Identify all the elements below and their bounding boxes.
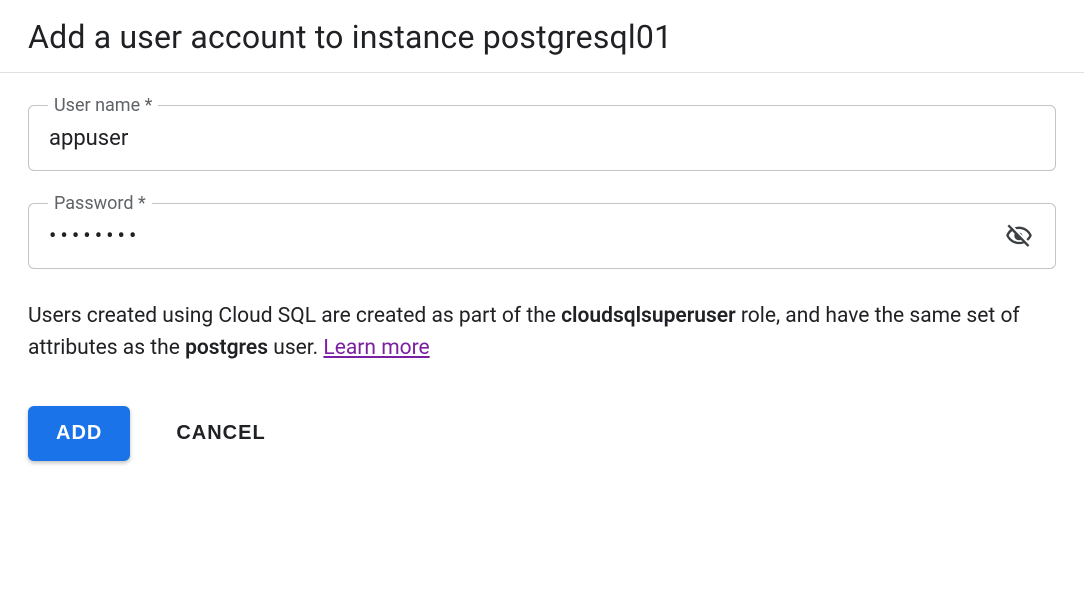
add-button[interactable]: ADD bbox=[28, 406, 130, 461]
header: Add a user account to instance postgresq… bbox=[0, 0, 1084, 73]
info-text: Users created using Cloud SQL are create… bbox=[28, 301, 1038, 364]
username-input[interactable] bbox=[47, 125, 1037, 152]
visibility-off-icon bbox=[1005, 222, 1033, 250]
password-field: Password * bbox=[28, 203, 1056, 269]
password-label: Password * bbox=[48, 193, 152, 214]
learn-more-link[interactable]: Learn more bbox=[323, 336, 429, 360]
toggle-password-visibility-button[interactable] bbox=[1001, 218, 1037, 254]
password-input[interactable] bbox=[47, 223, 1001, 250]
page-title: Add a user account to instance postgresq… bbox=[28, 18, 1056, 56]
cancel-button[interactable]: CANCEL bbox=[170, 421, 271, 446]
actions: ADD CANCEL bbox=[28, 406, 1056, 461]
username-field: User name * bbox=[28, 105, 1056, 171]
info-suffix: user. bbox=[268, 336, 323, 360]
info-prefix: Users created using Cloud SQL are create… bbox=[28, 304, 561, 328]
username-label: User name * bbox=[48, 95, 158, 116]
info-user: postgres bbox=[185, 336, 268, 360]
info-role: cloudsqlsuperuser bbox=[561, 304, 736, 328]
